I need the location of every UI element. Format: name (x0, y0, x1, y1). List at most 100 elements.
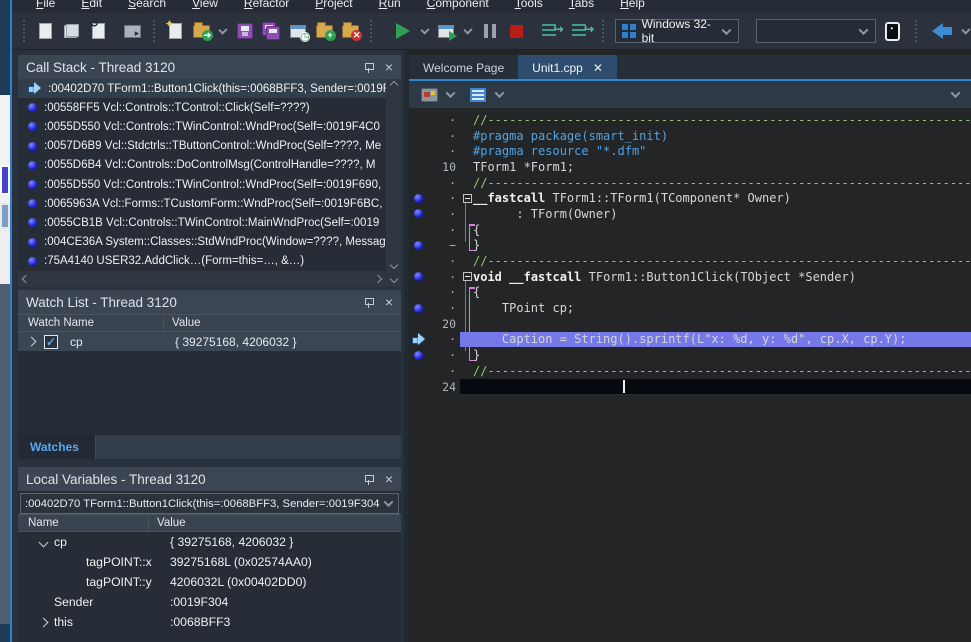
fold-collapse-icon[interactable] (463, 194, 472, 203)
menu-item-help[interactable]: Help (620, 0, 645, 12)
open-project-icon[interactable]: ➜ (192, 19, 211, 43)
call-stack-frame[interactable]: :0055D6B4 Vcl::Controls::DoControlMsg(Co… (18, 156, 386, 175)
expand-chevron-icon[interactable] (32, 619, 54, 626)
run-without-debugging-dropdown-icon[interactable] (463, 25, 472, 34)
device-icon[interactable] (883, 19, 902, 43)
navigate-back-icon[interactable] (932, 19, 954, 43)
code-line[interactable]: ·{ (409, 285, 971, 301)
menu-item-file[interactable]: File (36, 0, 55, 12)
call-stack-vertical-scrollbar[interactable] (386, 79, 401, 271)
call-stack-frame[interactable]: :00402D70 TForm1::Button1Click(this=:006… (18, 79, 386, 98)
pin-icon[interactable] (364, 298, 373, 307)
menu-item-view[interactable]: View (192, 0, 218, 12)
module-options-icon[interactable] (417, 83, 441, 107)
editor-tab-unit1-cpp[interactable]: Unit1.cpp✕ (518, 55, 617, 81)
pin-icon[interactable] (364, 475, 373, 484)
column-header[interactable]: Value (164, 317, 201, 329)
expand-chevron-icon[interactable] (18, 338, 44, 345)
scroll-left-icon[interactable] (22, 275, 30, 283)
menu-item-edit[interactable]: Edit (81, 0, 102, 12)
call-stack-frame[interactable]: :00558FF5 Vcl::Controls::TControl::Click… (18, 98, 386, 117)
new-items-icon[interactable] (165, 19, 184, 43)
editor-overflow-chevron-icon[interactable] (951, 88, 961, 98)
menu-item-search[interactable]: Search (128, 0, 166, 12)
code-line[interactable]: · Caption = String().sprintf(L"x: %d, y:… (409, 332, 971, 348)
trace-into-icon[interactable] (569, 19, 588, 43)
scroll-right-icon[interactable] (374, 275, 382, 283)
code-line[interactable]: ·void __fastcall TForm1::Button1Click(TO… (409, 269, 971, 285)
close-icon[interactable]: × (385, 60, 393, 74)
open-file-icon[interactable] (89, 19, 108, 43)
call-stack-frame[interactable]: :0055D550 Vcl::Controls::TWinControl::Wn… (18, 117, 386, 136)
close-icon[interactable]: × (385, 472, 393, 486)
remove-from-project-icon[interactable]: ✕ (341, 19, 360, 43)
call-stack-frame[interactable]: :0057D6B9 Vcl::Stdctrls::TButtonControl:… (18, 137, 386, 156)
column-header[interactable]: Name (18, 517, 148, 529)
call-stack-frame[interactable]: :75A4140 USER32.AddClick…(Form=this=…, &… (18, 252, 386, 271)
column-header[interactable]: Watch Name (18, 317, 163, 329)
expand-chevron-icon[interactable] (32, 539, 54, 546)
close-icon[interactable]: × (385, 295, 393, 309)
view-selector-dropdown-icon[interactable] (495, 88, 505, 98)
menu-item-component[interactable]: Component (427, 0, 489, 12)
watch-row[interactable]: ✓cp{ 39275168, 4206032 } (18, 332, 401, 351)
menu-item-refactor[interactable]: Refactor (244, 0, 289, 12)
recent-windows-icon[interactable] (288, 19, 307, 43)
save-icon[interactable] (235, 19, 254, 43)
code-line[interactable]: 20 (409, 316, 971, 332)
menu-item-tabs[interactable]: Tabs (569, 0, 594, 12)
code-line[interactable]: ·//-------------------------------------… (409, 363, 971, 379)
tab-close-icon[interactable]: ✕ (593, 61, 603, 75)
variable-row[interactable]: cp{ 39275168, 4206032 } (18, 532, 401, 552)
menu-item-project[interactable]: Project (315, 0, 352, 12)
editor-tab-welcome-page[interactable]: Welcome Page (409, 55, 518, 81)
step-over-icon[interactable] (539, 19, 558, 43)
module-options-dropdown-icon[interactable] (446, 88, 456, 98)
screen-capture-icon[interactable] (123, 19, 142, 43)
code-line[interactable]: −} (409, 238, 971, 254)
variable-row[interactable]: tagPOINT::x39275168L (0x02574AA0) (18, 552, 401, 572)
code-line[interactable]: ·//-------------------------------------… (409, 253, 971, 269)
scroll-down-icon[interactable] (389, 261, 397, 269)
code-line[interactable]: 24 (409, 379, 971, 395)
scroll-up-icon[interactable] (389, 81, 397, 89)
pin-icon[interactable] (364, 63, 373, 72)
call-stack-horizontal-scrollbar[interactable] (18, 271, 386, 287)
code-line[interactable]: ·#pragma resource "*.dfm" (409, 143, 971, 159)
frame-selector[interactable]: :00402D70 TForm1::Button1Click(this=:006… (20, 493, 399, 514)
navigate-back-dropdown-icon[interactable] (961, 25, 970, 34)
call-stack-frame[interactable]: :0065963A Vcl::Forms::TCustomForm::WndPr… (18, 194, 386, 213)
run-without-debugging-icon[interactable] (437, 19, 456, 43)
save-all-icon[interactable] (262, 19, 281, 43)
program-reset-icon[interactable] (506, 19, 525, 43)
variable-row[interactable]: tagPOINT::y4206032L (0x00402DD0) (18, 572, 401, 592)
run-icon[interactable] (393, 19, 412, 43)
code-line[interactable]: · : TForm(Owner) (409, 206, 971, 222)
code-area[interactable]: ·//-------------------------------------… (409, 108, 971, 642)
variable-row[interactable]: this:0068BFF3 (18, 612, 401, 632)
platform-selector[interactable]: Windows 32-bit (615, 19, 739, 43)
run-dropdown-icon[interactable] (420, 25, 429, 34)
new-file-icon[interactable] (36, 19, 55, 43)
view-selector-icon[interactable] (466, 83, 490, 107)
call-stack-frame[interactable]: :0055CB1B Vcl::Controls::TWinControl::Ma… (18, 213, 386, 232)
menu-item-tools[interactable]: Tools (515, 0, 543, 12)
pause-icon[interactable] (480, 19, 499, 43)
add-to-project-icon[interactable]: + (314, 19, 333, 43)
code-line[interactable]: · TPoint cp; (409, 300, 971, 316)
variable-row[interactable]: Sender:0019F304 (18, 592, 401, 612)
fold-collapse-icon[interactable] (463, 272, 472, 281)
open-project-dropdown-icon[interactable] (219, 25, 228, 34)
code-line[interactable]: ·{ (409, 222, 971, 238)
watch-checkbox[interactable]: ✓ (44, 335, 58, 349)
open-window-icon[interactable] (62, 19, 81, 43)
code-line[interactable]: 10TForm1 *Form1; (409, 159, 971, 175)
code-line[interactable]: ·//-------------------------------------… (409, 175, 971, 191)
code-line[interactable]: ·//-------------------------------------… (409, 112, 971, 128)
call-stack-frame[interactable]: :0055D550 Vcl::Controls::TWinControl::Wn… (18, 175, 386, 194)
column-header[interactable]: Value (149, 517, 186, 529)
call-stack-frame[interactable]: :004CE36A System::Classes::StdWndProc(Wi… (18, 233, 386, 252)
menu-item-run[interactable]: Run (379, 0, 401, 12)
code-line[interactable]: ·#pragma package(smart_init) (409, 128, 971, 144)
code-line[interactable]: ·__fastcall TForm1::TForm1(TComponent* O… (409, 190, 971, 206)
